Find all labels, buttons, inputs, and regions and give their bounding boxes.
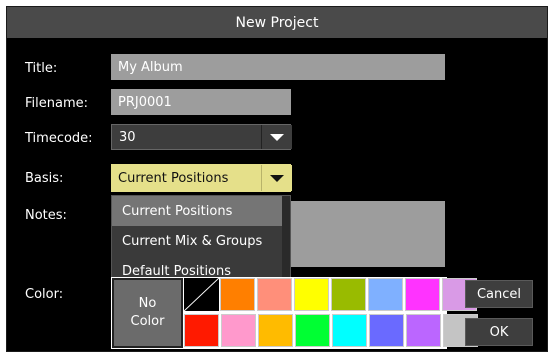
color-swatch[interactable]	[257, 278, 292, 311]
title-input[interactable]: My Album	[111, 54, 445, 80]
color-swatch[interactable]	[184, 314, 219, 347]
filename-label: Filename:	[25, 96, 89, 111]
color-swatch[interactable]	[295, 314, 330, 347]
basis-option-current-positions[interactable]: Current Positions	[112, 196, 282, 226]
chevron-down-icon	[270, 174, 284, 182]
no-color-line2: Color	[130, 314, 165, 329]
timecode-dropdown-button[interactable]	[261, 125, 292, 149]
no-color-swatch[interactable]: No Color	[112, 278, 183, 348]
no-color-line1: No	[138, 296, 157, 311]
basis-option-current-mix-groups[interactable]: Current Mix & Groups	[112, 226, 282, 256]
color-label: Color:	[25, 287, 64, 302]
dialog-title: New Project	[7, 7, 547, 38]
ok-button[interactable]: OK	[465, 318, 533, 346]
color-swatch[interactable]	[331, 278, 366, 311]
cancel-button[interactable]: Cancel	[465, 280, 533, 308]
diagonal-slash-icon[interactable]	[184, 278, 219, 311]
filename-input-value: PRJ0001	[118, 94, 172, 110]
color-swatch[interactable]	[406, 314, 441, 347]
timecode-select-value: 30	[119, 129, 136, 145]
timecode-label: Timecode:	[25, 131, 93, 146]
title-input-value: My Album	[118, 59, 183, 75]
filename-input[interactable]: PRJ0001	[111, 89, 291, 115]
color-palette: No Color	[111, 277, 478, 349]
color-swatch[interactable]	[332, 314, 367, 347]
color-swatch[interactable]	[369, 314, 404, 347]
basis-dropdown-button[interactable]	[261, 165, 292, 191]
color-swatch[interactable]	[221, 314, 256, 347]
color-swatch[interactable]	[368, 278, 403, 311]
title-label: Title:	[25, 61, 58, 76]
basis-select-value: Current Positions	[118, 170, 229, 186]
dropdown-scrollbar[interactable]	[282, 196, 290, 286]
color-swatch[interactable]	[294, 278, 329, 311]
notes-label: Notes:	[25, 208, 67, 223]
new-project-dialog: New Project Title: My Album Filename: PR…	[6, 6, 548, 352]
basis-label: Basis:	[25, 171, 64, 186]
basis-dropdown-list: Current Positions Current Mix & Groups D…	[111, 195, 291, 287]
color-swatch[interactable]	[405, 278, 440, 311]
chevron-down-icon	[270, 133, 284, 141]
color-swatch[interactable]	[258, 314, 293, 347]
color-swatch[interactable]	[220, 278, 255, 311]
